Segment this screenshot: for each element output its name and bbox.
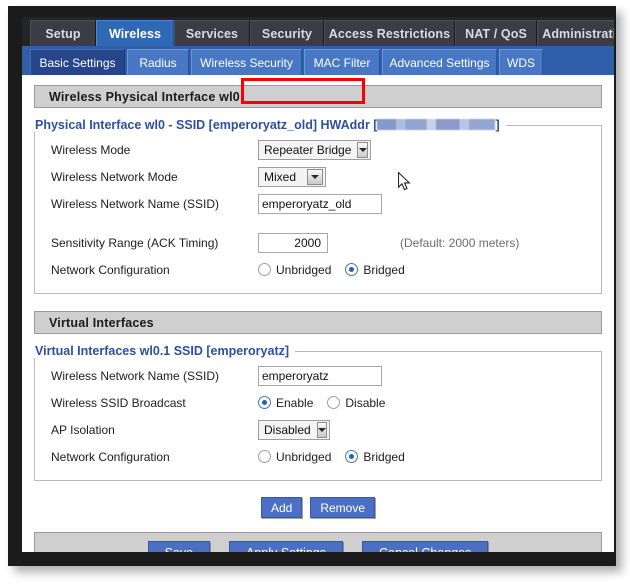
subtab-radius[interactable]: Radius	[127, 49, 189, 75]
wireless-network-mode-select[interactable]: Mixed	[258, 166, 326, 187]
wireless-mode-value: Repeater Bridge	[264, 142, 352, 157]
radio-physical-unbridged[interactable]: Unbridged	[258, 263, 331, 277]
tab-security[interactable]: Security	[250, 20, 324, 46]
row-ap-isolation: AP Isolation Disabled	[35, 416, 601, 443]
label-virtual-network-configuration: Network Configuration	[51, 449, 170, 464]
radio-physical-bridged[interactable]: Bridged	[345, 262, 405, 277]
virtual-rows: Wireless Network Name (SSID) Wireless SS…	[35, 358, 601, 480]
row-gap	[35, 217, 601, 229]
virtual-ssid-input[interactable]	[258, 365, 382, 386]
add-button[interactable]: Add	[260, 497, 303, 518]
physical-rows: Wireless Mode Repeater Bridge Wireless N…	[35, 132, 601, 293]
wireless-mode-select[interactable]: Repeater Bridge	[258, 139, 371, 160]
wireless-network-mode-value: Mixed	[264, 169, 297, 184]
label-ap-isolation: AP Isolation	[51, 422, 115, 437]
radio-icon[interactable]	[258, 263, 271, 276]
subtab-mac-filter[interactable]: MAC Filter	[304, 49, 380, 75]
radio-ssid-broadcast-enable-label: Enable	[276, 395, 314, 410]
sensitivity-range-input[interactable]	[258, 232, 328, 253]
tab-administration[interactable]: Administration	[537, 20, 614, 46]
row-sensitivity-range: Sensitivity Range (ACK Timing) (Default:…	[35, 229, 601, 256]
subtab-advanced-settings[interactable]: Advanced Settings	[382, 49, 497, 75]
ssid-broadcast-radios: Enable Disable	[258, 396, 399, 410]
label-sensitivity-range: Sensitivity Range (ACK Timing)	[51, 235, 219, 250]
tab-wireless[interactable]: Wireless	[96, 20, 174, 46]
tab-access-restrictions[interactable]: Access Restrictions	[324, 20, 455, 46]
radio-icon[interactable]	[258, 450, 271, 463]
chevron-down-icon[interactable]	[307, 168, 323, 185]
page-body: Wireless Physical Interface wl0 Physical…	[22, 75, 614, 552]
label-wireless-network-mode: Wireless Network Mode	[51, 169, 178, 184]
save-button[interactable]: Save	[147, 541, 211, 552]
radio-virtual-unbridged-label: Unbridged	[276, 449, 332, 464]
tab-setup[interactable]: Setup	[30, 20, 96, 46]
virtual-interface-actions: Add Remove	[34, 497, 602, 518]
physical-interface-legend: Physical Interface wl0 - SSID [emperorya…	[33, 118, 506, 132]
radio-virtual-unbridged[interactable]: Unbridged	[258, 450, 331, 464]
tab-nat-qos[interactable]: NAT / QoS	[455, 20, 537, 46]
physical-ssid-input[interactable]	[258, 193, 382, 214]
row-virtual-ssid: Wireless Network Name (SSID)	[35, 362, 601, 389]
radio-icon[interactable]	[345, 450, 359, 463]
radio-ssid-broadcast-disable[interactable]: Disable	[327, 396, 385, 410]
apply-settings-button[interactable]: Apply Settings	[229, 541, 343, 552]
chevron-down-icon[interactable]	[357, 141, 368, 158]
browser-window-frame: Setup Wireless Services Security Access …	[8, 6, 616, 566]
radio-virtual-bridged[interactable]: Bridged	[345, 449, 405, 464]
radio-icon[interactable]	[327, 396, 341, 409]
row-ssid-broadcast: Wireless SSID Broadcast Enable Disable	[35, 389, 601, 416]
main-tab-bar: Setup Wireless Services Security Access …	[22, 17, 614, 46]
virtual-interfaces-legend: Virtual Interfaces wl0.1 SSID [emperorya…	[35, 344, 290, 358]
row-wireless-network-mode: Wireless Network Mode Mixed	[35, 163, 601, 190]
ap-isolation-select[interactable]: Disabled	[258, 419, 330, 440]
ap-isolation-value: Disabled	[264, 422, 311, 437]
tab-services[interactable]: Services	[174, 20, 250, 46]
radio-ssid-broadcast-enable[interactable]: Enable	[258, 396, 313, 410]
sub-tab-bar: Basic Settings Radius Wireless Security …	[22, 46, 614, 75]
content-inner: Wireless Physical Interface wl0 Physical…	[34, 85, 602, 552]
screenshot-root: Setup Wireless Services Security Access …	[0, 0, 630, 585]
form-footer: Save Apply Settings Cancel Changes	[34, 532, 602, 552]
hwaddr-redacted-block	[377, 119, 496, 130]
radio-physical-unbridged-label: Unbridged	[276, 262, 332, 277]
sensitivity-range-hint: (Default: 2000 meters)	[400, 235, 520, 250]
label-physical-ssid: Wireless Network Name (SSID)	[51, 196, 220, 211]
label-ssid-broadcast: Wireless SSID Broadcast	[51, 395, 186, 410]
label-wireless-mode: Wireless Mode	[51, 142, 131, 157]
legend-prefix-text: Physical Interface wl0 - SSID [emperorya…	[35, 118, 378, 132]
router-admin-page: Setup Wireless Services Security Access …	[22, 17, 614, 552]
label-physical-network-configuration: Network Configuration	[51, 262, 170, 277]
section-header-virtual: Virtual Interfaces	[34, 311, 602, 334]
section-header-physical: Wireless Physical Interface wl0	[34, 85, 602, 108]
radio-ssid-broadcast-disable-label: Disable	[345, 395, 386, 410]
cancel-changes-button[interactable]: Cancel Changes	[362, 541, 489, 552]
chevron-down-icon[interactable]	[316, 421, 327, 438]
radio-physical-bridged-label: Bridged	[363, 262, 405, 277]
virtual-interfaces-fieldset: Virtual Interfaces wl0.1 SSID [emperorya…	[34, 344, 602, 481]
label-virtual-ssid: Wireless Network Name (SSID)	[51, 368, 220, 383]
virtual-network-configuration-radios: Unbridged Bridged	[258, 450, 419, 464]
row-physical-ssid: Wireless Network Name (SSID)	[35, 190, 601, 217]
physical-network-configuration-radios: Unbridged Bridged	[258, 263, 419, 277]
legend-suffix-text: ]	[495, 118, 500, 132]
subtab-wireless-security[interactable]: Wireless Security	[191, 49, 302, 75]
remove-button[interactable]: Remove	[310, 497, 376, 518]
mouse-cursor	[397, 171, 412, 192]
radio-icon[interactable]	[345, 263, 359, 276]
physical-interface-fieldset: Physical Interface wl0 - SSID [emperorya…	[34, 118, 602, 294]
row-virtual-network-configuration: Network Configuration Unbridged Bridged	[35, 443, 601, 470]
row-wireless-mode: Wireless Mode Repeater Bridge	[35, 136, 601, 163]
radio-icon[interactable]	[258, 396, 271, 409]
radio-virtual-bridged-label: Bridged	[363, 449, 405, 464]
subtab-wds[interactable]: WDS	[499, 49, 543, 75]
row-physical-network-configuration: Network Configuration Unbridged Bridged	[35, 256, 601, 283]
subtab-basic-settings[interactable]: Basic Settings	[30, 49, 125, 75]
